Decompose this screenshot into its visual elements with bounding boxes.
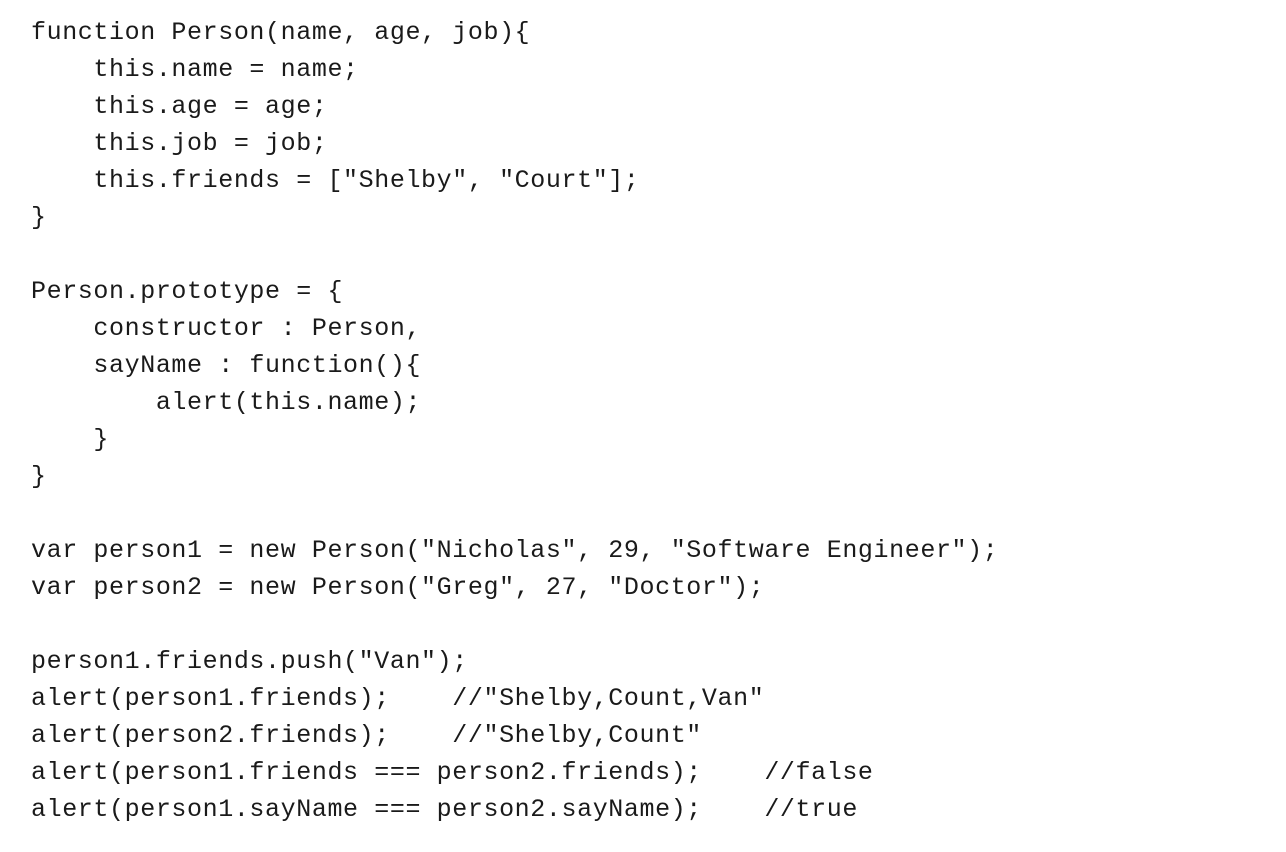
code-line-6: }	[31, 203, 47, 232]
code-line-15: var person1 = new Person("Nicholas", 29,…	[31, 536, 999, 565]
code-line-8: Person.prototype = {	[31, 277, 344, 306]
code-line-3: this.age = age;	[31, 92, 328, 121]
code-line-4: this.job = job;	[31, 129, 328, 158]
code-line-19: alert(person1.friends); //"Shelby,Count,…	[31, 684, 765, 713]
code-line-11: alert(this.name);	[31, 388, 422, 417]
code-line-12: }	[31, 425, 110, 454]
code-line-13: }	[31, 462, 47, 491]
code-line-16: var person2 = new Person("Greg", 27, "Do…	[31, 573, 765, 602]
code-listing: function Person(name, age, job){ this.na…	[31, 14, 998, 828]
code-line-5: this.friends = ["Shelby", "Court"];	[31, 166, 640, 195]
code-line-20: alert(person2.friends); //"Shelby,Count"	[31, 721, 702, 750]
code-line-22: alert(person1.sayName === person2.sayNam…	[31, 795, 858, 824]
code-line-1: function Person(name, age, job){	[31, 18, 531, 47]
code-line-2: this.name = name;	[31, 55, 359, 84]
code-line-9: constructor : Person,	[31, 314, 422, 343]
code-line-21: alert(person1.friends === person2.friend…	[31, 758, 874, 787]
code-page: function Person(name, age, job){ this.na…	[0, 0, 1286, 852]
code-line-18: person1.friends.push("Van");	[31, 647, 468, 676]
code-line-10: sayName : function(){	[31, 351, 422, 380]
